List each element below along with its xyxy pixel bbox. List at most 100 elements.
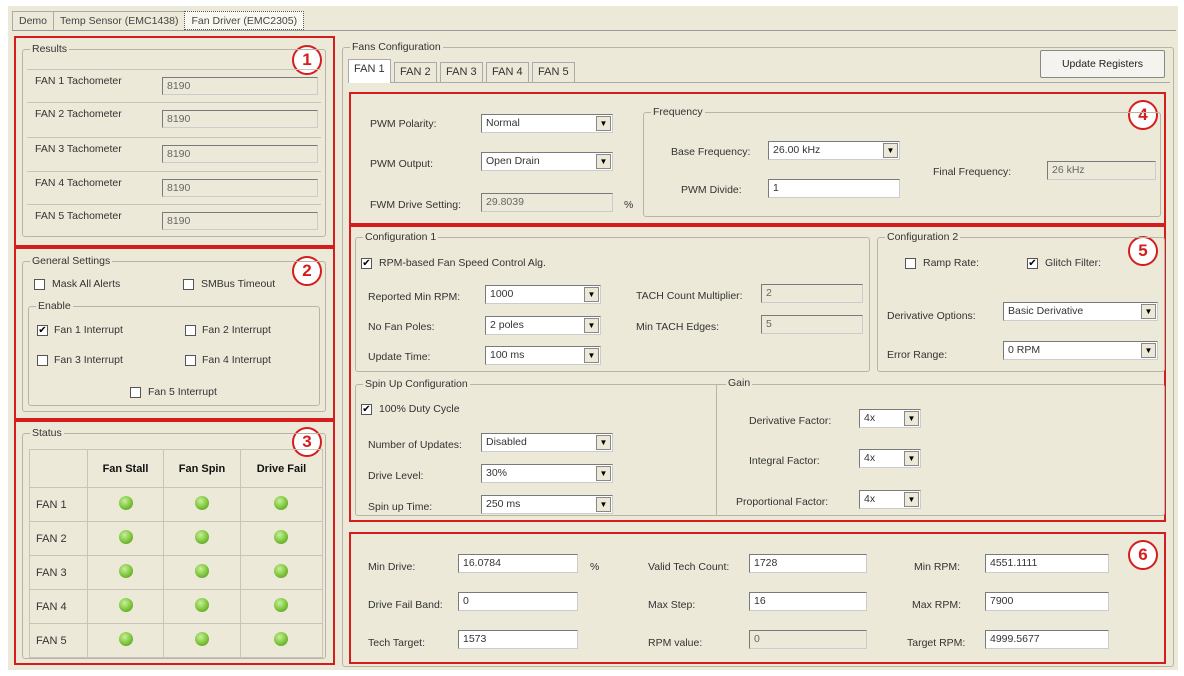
error-range-dropdown[interactable]: 0 RPM ▼ [1003,341,1158,360]
derivative-factor-dropdown[interactable]: 4x ▼ [859,409,921,428]
results-row: FAN 4 Tachometer 8190 [27,171,321,199]
fan2-interrupt-checkbox[interactable] [185,325,196,336]
rpm-value-label: RPM value: [648,637,703,649]
fan-tab-5[interactable]: FAN 5 [532,62,575,82]
pwm-output-value: Open Drain [486,155,540,167]
derivative-factor-value: 4x [864,412,876,424]
status-cell [163,589,241,624]
tech-target-input[interactable]: 1573 [458,630,578,649]
smbus-timeout-checkbox[interactable] [183,279,194,290]
fan1-interrupt-checkbox[interactable]: ✔ [37,325,48,336]
pwm-divide-input[interactable]: 1 [768,179,900,198]
base-frequency-value: 26.00 kHz [773,144,821,156]
status-led-icon [274,530,289,544]
status-led-icon [274,632,289,646]
tab-demo[interactable]: Demo [12,11,55,31]
fan5-interrupt-checkbox[interactable] [130,387,141,398]
chevron-down-icon: ▼ [596,116,611,131]
results-title: Results [30,43,70,55]
fan-tab-4[interactable]: FAN 4 [486,62,529,82]
fan-tab-3[interactable]: FAN 3 [440,62,483,82]
ramp-rate-checkbox[interactable] [905,258,916,269]
rpm-control-checkbox[interactable]: ✔ [361,258,372,269]
tab-fan-driver[interactable]: Fan Driver (EMC2305) [184,11,305,30]
fan3-interrupt-checkbox[interactable] [37,355,48,366]
status-cell [239,487,324,522]
status-row: FAN 1 [29,487,324,522]
spin-up-time-dropdown[interactable]: 250 ms ▼ [481,495,613,514]
integral-factor-dropdown[interactable]: 4x ▼ [859,449,921,468]
status-led-icon [194,564,209,578]
tachometer-value: 8190 [162,145,318,163]
proportional-factor-dropdown[interactable]: 4x ▼ [859,490,921,509]
chevron-down-icon: ▼ [904,451,919,466]
status-corner-cell [29,449,88,488]
target-rpm-input[interactable]: 4999.5677 [985,630,1109,649]
chevron-down-icon: ▼ [596,435,611,450]
pwm-polarity-dropdown[interactable]: Normal ▼ [481,114,613,133]
valid-tach-count-input[interactable]: 1728 [749,554,867,573]
status-led-icon [118,564,133,578]
spin-up-title: Spin Up Configuration [363,378,470,390]
tachometer-label: FAN 5 Tachometer [35,210,122,222]
tachometer-value: 8190 [162,110,318,128]
duty-cycle-label: 100% Duty Cycle [379,403,460,415]
fan-poles-dropdown[interactable]: 2 poles ▼ [485,316,601,335]
number-of-updates-dropdown[interactable]: Disabled ▼ [481,433,613,452]
status-fan-label: FAN 5 [29,623,88,658]
col-drive-fail: Drive Fail [239,449,324,488]
pwm-output-label: PWM Output: [370,158,434,170]
derivative-factor-label: Derivative Factor: [749,415,832,427]
min-rpm-input[interactable]: 4551.1111 [985,554,1109,573]
results-row: FAN 1 Tachometer 8190 [27,69,321,97]
fan2-interrupt-label: Fan 2 Interrupt [202,324,271,336]
drive-level-dropdown[interactable]: 30% ▼ [481,464,613,483]
max-rpm-input[interactable]: 7900 [985,592,1109,611]
pwm-output-dropdown[interactable]: Open Drain ▼ [481,152,613,171]
update-time-dropdown[interactable]: 100 ms ▼ [485,346,601,365]
fan-tab-1[interactable]: FAN 1 [348,59,391,83]
mask-all-alerts-checkbox[interactable] [34,279,45,290]
chevron-down-icon: ▼ [904,411,919,426]
status-cell [163,555,241,590]
max-step-label: Max Step: [648,599,696,611]
fans-configuration-title: Fans Configuration [350,41,443,53]
status-led-icon [118,530,133,544]
tab-temp-sensor[interactable]: Temp Sensor (EMC1438) [53,11,186,31]
pwm-drive-setting-label: FWM Drive Setting: [370,199,462,211]
chevron-down-icon: ▼ [584,287,599,302]
status-led-icon [118,496,133,510]
drive-fail-band-input[interactable]: 0 [458,592,578,611]
reported-min-rpm-value: 1000 [490,288,514,300]
status-led-icon [274,496,289,510]
fan1-interrupt-label: Fan 1 Interrupt [54,324,123,336]
tachometer-label: FAN 3 Tachometer [35,143,122,155]
chevron-down-icon: ▼ [883,143,898,158]
min-drive-input[interactable]: 16.0784 [458,554,578,573]
min-rpm-label: Min RPM: [914,561,961,573]
chevron-down-icon: ▼ [596,154,611,169]
fan-tab-2[interactable]: FAN 2 [394,62,437,82]
derivative-options-dropdown[interactable]: Basic Derivative ▼ [1003,302,1158,321]
chevron-down-icon: ▼ [1141,304,1156,319]
tachometer-label: FAN 2 Tachometer [35,108,122,120]
update-registers-button[interactable]: Update Registers [1040,50,1165,78]
update-time-label: Update Time: [368,351,431,363]
status-header-row: Fan Stall Fan Spin Drive Fail [29,449,324,488]
chevron-down-icon: ▼ [1141,343,1156,358]
duty-cycle-checkbox[interactable]: ✔ [361,404,372,415]
status-fan-label: FAN 2 [29,521,88,556]
status-led-icon [118,632,133,646]
reported-min-rpm-dropdown[interactable]: 1000 ▼ [485,285,601,304]
max-step-input[interactable]: 16 [749,592,867,611]
glitch-filter-checkbox[interactable]: ✔ [1027,258,1038,269]
status-row: FAN 3 [29,555,324,590]
integral-factor-label: Integral Factor: [749,455,820,467]
status-led-icon [118,598,133,612]
status-led-icon [194,530,209,544]
drive-fail-band-label: Drive Fail Band: [368,599,443,611]
base-frequency-dropdown[interactable]: 26.00 kHz ▼ [768,141,900,160]
fan4-interrupt-checkbox[interactable] [185,355,196,366]
status-cell [239,521,324,556]
check-mark-icon: ✔ [362,258,371,269]
